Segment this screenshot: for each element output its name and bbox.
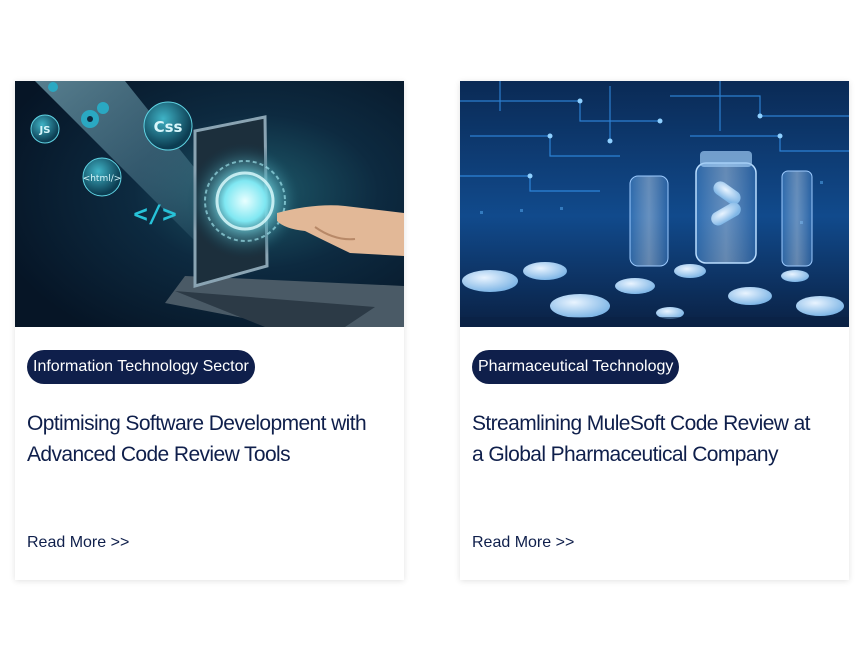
html-orb: <html/> bbox=[82, 157, 122, 197]
category-badge[interactable]: Information Technology Sector bbox=[27, 350, 255, 384]
code-tag-glyph: </> bbox=[133, 200, 176, 228]
pill-bottle bbox=[695, 151, 757, 264]
css-orb: Css bbox=[143, 101, 193, 151]
html-label: <html/> bbox=[83, 174, 122, 184]
case-study-card[interactable]: Pharmaceutical Technology Streamlining M… bbox=[460, 81, 849, 580]
card-image-it[interactable]: JS Css <html/> </> bbox=[15, 81, 404, 327]
category-badge[interactable]: Pharmaceutical Technology bbox=[472, 350, 680, 384]
case-studies-section: JS Css <html/> </> Information Technolog… bbox=[0, 0, 860, 660]
card-title[interactable]: Streamlining MuleSoft Code Review at a G… bbox=[472, 408, 822, 470]
read-more-link[interactable]: Read More >> bbox=[472, 534, 574, 552]
card-image-pharma[interactable] bbox=[460, 81, 849, 327]
js-label: JS bbox=[39, 125, 51, 136]
read-more-link[interactable]: Read More >> bbox=[27, 534, 129, 552]
css-label: Css bbox=[154, 118, 183, 136]
case-study-card[interactable]: JS Css <html/> </> Information Technolog… bbox=[15, 81, 404, 580]
card-title[interactable]: Optimising Software Development with Adv… bbox=[27, 408, 377, 470]
js-orb: JS bbox=[30, 114, 60, 144]
